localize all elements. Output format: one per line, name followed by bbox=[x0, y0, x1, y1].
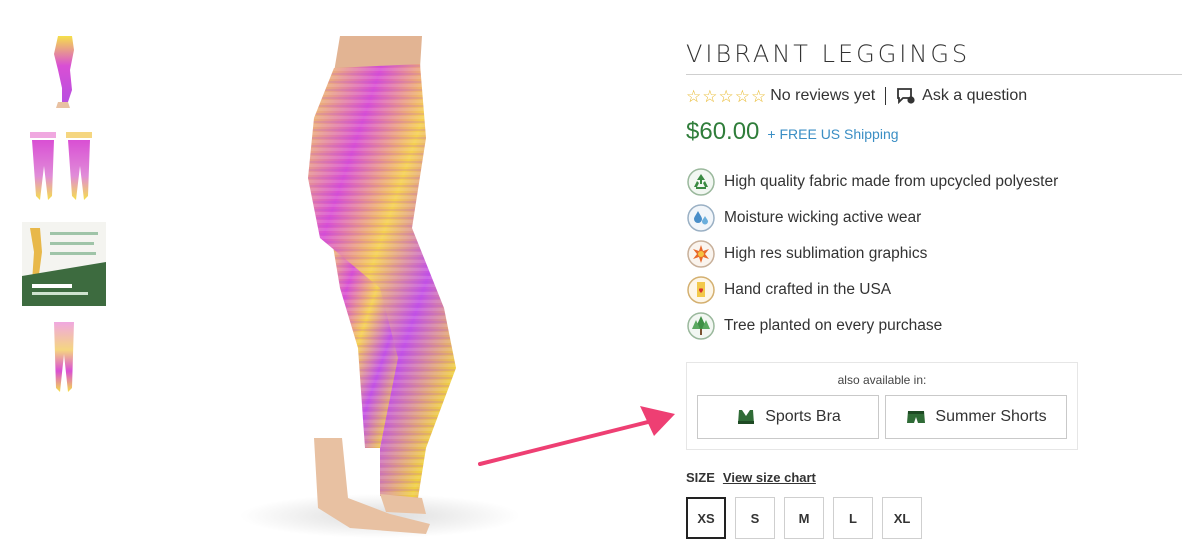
product-title: VIBRANT LEGGINGS bbox=[686, 40, 1182, 75]
size-option-xs[interactable]: XS bbox=[686, 497, 726, 539]
size-option-s[interactable]: S bbox=[735, 497, 775, 539]
star-outline-icon: ☆ bbox=[702, 86, 718, 106]
chat-bubble-icon bbox=[897, 88, 915, 105]
ask-question-label: Ask a question bbox=[922, 87, 1028, 104]
size-option-m[interactable]: M bbox=[784, 497, 824, 539]
legging-front-back-thumb-icon bbox=[30, 132, 92, 200]
burst-icon bbox=[686, 239, 716, 269]
star-outline-icon: ☆ bbox=[734, 86, 750, 106]
feature-text: Tree planted on every purchase bbox=[724, 317, 943, 334]
tree-icon bbox=[686, 311, 716, 341]
shorts-icon bbox=[907, 411, 926, 423]
size-row: SIZE View size chart bbox=[686, 470, 816, 485]
rating-stars[interactable]: ☆ ☆ ☆ ☆ ☆ bbox=[686, 88, 766, 105]
shipping-note: + FREE US Shipping bbox=[767, 126, 899, 142]
also-available-box: also available in: Sports Bra Summer Sho… bbox=[686, 362, 1078, 450]
feature-item: Tree planted on every purchase bbox=[686, 309, 1106, 343]
water-drops-icon bbox=[686, 203, 716, 233]
sports-bra-button[interactable]: Sports Bra bbox=[697, 395, 879, 439]
size-option-xl[interactable]: XL bbox=[882, 497, 922, 539]
thumbnail-3[interactable] bbox=[22, 222, 106, 306]
reviews-count-text: No reviews yet bbox=[770, 87, 876, 104]
feature-item: High res sublimation graphics bbox=[686, 237, 1106, 271]
size-options: XS S M L XL bbox=[686, 497, 922, 539]
sports-bra-label: Sports Bra bbox=[765, 408, 841, 425]
star-outline-icon: ☆ bbox=[751, 86, 767, 106]
summer-shorts-button[interactable]: Summer Shorts bbox=[885, 395, 1067, 439]
heart-hand-icon bbox=[686, 275, 716, 305]
size-option-l[interactable]: L bbox=[833, 497, 873, 539]
rating-row: ☆ ☆ ☆ ☆ ☆ No reviews yet Ask a question bbox=[686, 84, 1027, 108]
thumbnail-4[interactable] bbox=[22, 318, 106, 402]
summer-shorts-label: Summer Shorts bbox=[935, 408, 1047, 425]
size-label: SIZE bbox=[686, 470, 715, 485]
feature-text: Moisture wicking active wear bbox=[724, 209, 922, 226]
feature-text: High quality fabric made from upcycled p… bbox=[724, 173, 1059, 190]
recycle-icon bbox=[686, 167, 716, 197]
tree-tribe-info-thumb-icon bbox=[22, 222, 106, 306]
feature-item: Hand crafted in the USA bbox=[686, 273, 1106, 307]
thumbnail-1[interactable] bbox=[22, 30, 106, 114]
product-price: $60.00 bbox=[686, 118, 760, 145]
legging-front-thumb-icon bbox=[54, 322, 74, 392]
star-outline-icon: ☆ bbox=[686, 86, 702, 106]
feature-text: Hand crafted in the USA bbox=[724, 281, 892, 298]
star-outline-icon: ☆ bbox=[718, 86, 734, 106]
ask-question-link[interactable]: Ask a question bbox=[896, 87, 1027, 105]
also-available-label: also available in: bbox=[837, 373, 927, 387]
size-chart-link[interactable]: View size chart bbox=[723, 470, 816, 485]
sports-bra-icon bbox=[738, 410, 755, 424]
feature-item: High quality fabric made from upcycled p… bbox=[686, 165, 1106, 199]
divider bbox=[885, 87, 887, 105]
feature-text: High res sublimation graphics bbox=[724, 245, 928, 262]
arrow-annotation-icon bbox=[478, 406, 675, 466]
legging-side-thumb-icon bbox=[54, 36, 74, 108]
feature-item: Moisture wicking active wear bbox=[686, 201, 1106, 235]
price-row: $60.00 + FREE US Shipping bbox=[686, 118, 899, 146]
thumbnail-2[interactable] bbox=[22, 126, 106, 210]
